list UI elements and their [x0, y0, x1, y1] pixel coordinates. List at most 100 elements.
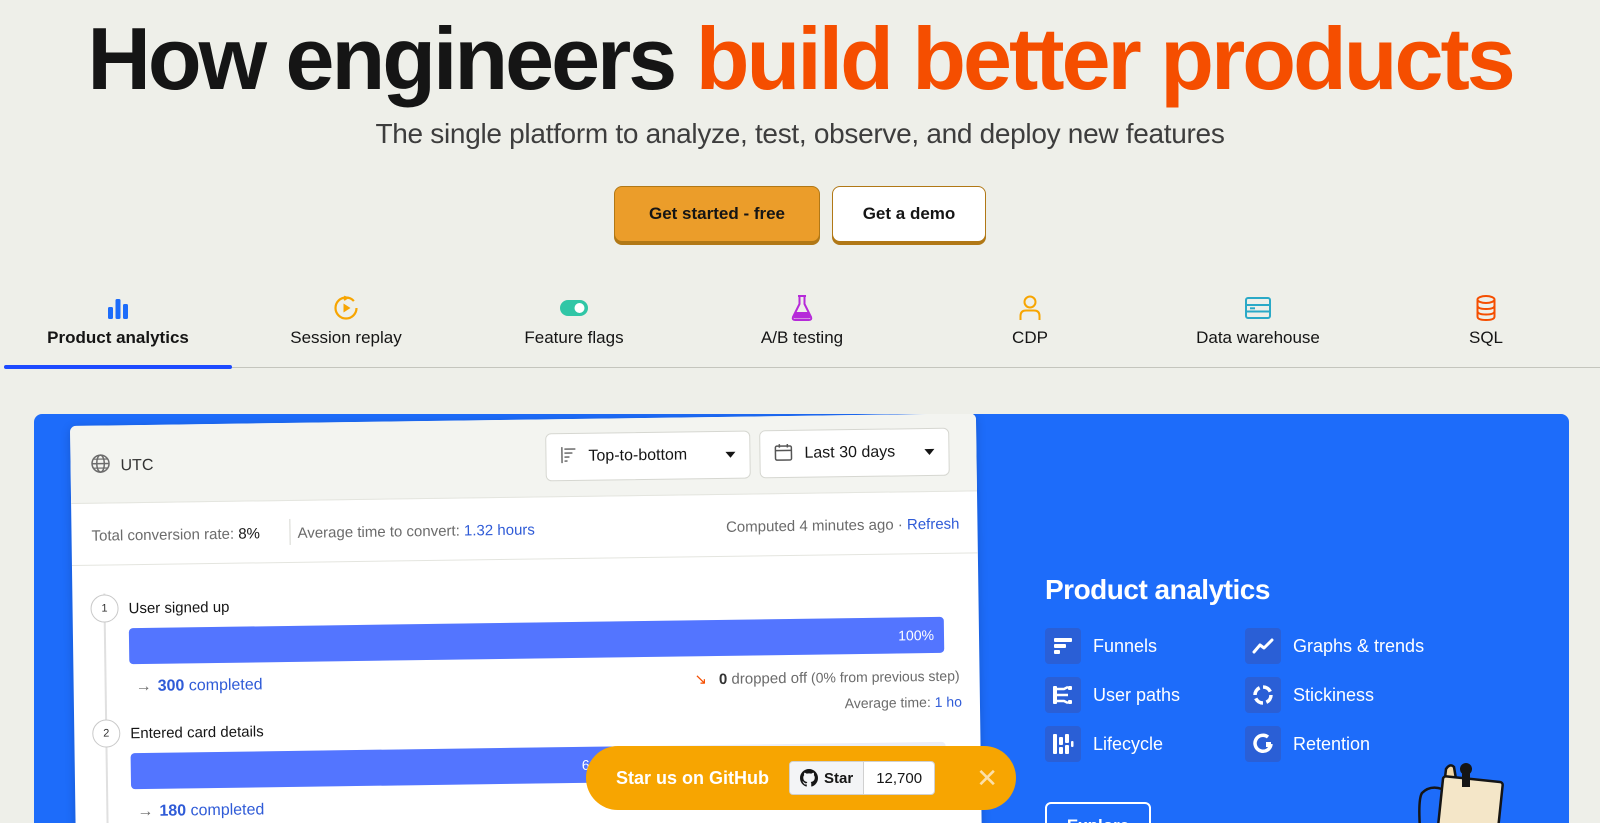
refresh-link[interactable]: Refresh — [907, 516, 960, 534]
step-completed[interactable]: → 180 completed — [137, 801, 264, 821]
dropped-count: 0 — [718, 670, 728, 688]
hero-title-main: How engineers — [87, 9, 696, 108]
feature-graphs-trends[interactable]: Graphs & trends — [1245, 628, 1485, 664]
step-dropped[interactable]: ↘ 0 dropped off (0% from previous step) — [694, 667, 959, 689]
globe-icon — [90, 453, 110, 478]
step-connector — [103, 593, 109, 823]
computed-label: Computed 4 minutes ago · — [725, 516, 908, 536]
funnel-step-1: 1 User signed up 100% → 300 completed ↘ 0 … — [72, 568, 978, 695]
github-star-label: Star us on GitHub — [616, 767, 769, 788]
arrow-down-right-icon: ↘ — [694, 671, 708, 689]
step-title: Entered card details — [130, 723, 264, 743]
tab-ab-testing[interactable]: A/B testing — [688, 294, 916, 367]
funnel-stats: Total conversion rate: 8% Average time t… — [71, 491, 978, 566]
retention-icon — [1245, 726, 1281, 762]
step-number: 2 — [92, 719, 121, 748]
step-avg-time: Average time: 1 ho — [845, 694, 962, 712]
conversion-rate: Total conversion rate: 8% — [91, 525, 260, 544]
layout-dropdown-value: Top-to-bottom — [588, 446, 688, 465]
tab-label: CDP — [1012, 328, 1048, 347]
github-icon — [800, 769, 818, 787]
completed-count: 180 — [159, 802, 187, 820]
feature-label: Stickiness — [1293, 684, 1375, 705]
tab-product-analytics[interactable]: Product analytics — [4, 294, 232, 369]
tab-session-replay[interactable]: Session replay — [232, 294, 460, 367]
hero-subtitle: The single platform to analyze, test, ob… — [375, 118, 1225, 149]
funnel-layout-icon — [560, 445, 576, 468]
person-icon — [1016, 294, 1044, 322]
step-completed[interactable]: → 300 completed — [136, 676, 263, 696]
tab-feature-flags[interactable]: Feature flags — [460, 294, 688, 367]
step-bar[interactable]: 100% — [128, 616, 945, 665]
toggle-icon — [560, 294, 588, 322]
github-star-count: 12,700 — [876, 769, 923, 787]
github-star-action[interactable]: Star — [790, 762, 865, 794]
step-avg-time-label: Average time: — [844, 693, 935, 712]
database-icon — [1472, 294, 1500, 322]
trend-icon — [1245, 628, 1281, 664]
feature-label: Lifecycle — [1093, 733, 1164, 754]
step-bar-fill: 60% — [130, 746, 621, 790]
funnel-step-2: Average time: 1 ho 2 Entered card detail… — [74, 693, 980, 820]
step-percent: 100% — [898, 626, 935, 644]
hero-title-accent: build better products — [695, 9, 1516, 108]
date-range-dropdown[interactable]: Last 30 days — [759, 427, 950, 479]
computed-status: Computed 4 minutes ago · Refresh — [726, 516, 960, 536]
stats-divider — [289, 518, 291, 545]
flask-icon — [788, 294, 816, 322]
avg-time-value: 1.32 hours — [463, 521, 535, 540]
conversion-label: Total conversion rate: — [91, 525, 235, 545]
avg-time-label: Average time to convert: — [297, 522, 460, 542]
feature-list: Funnels Graphs & trends User paths Stick… — [1045, 628, 1485, 762]
funnel-toolbar: UTC Top-to-bottom Last 30 days — [70, 414, 978, 504]
feature-retention[interactable]: Retention — [1245, 726, 1485, 762]
completed-label: completed — [184, 676, 263, 695]
paths-icon — [1045, 677, 1081, 713]
tab-label: Session replay — [290, 328, 402, 347]
step-bar-fill: 100% — [128, 616, 945, 665]
date-dropdown-value: Last 30 days — [804, 443, 896, 462]
get-demo-button[interactable]: Get a demo — [832, 186, 986, 242]
tab-label: SQL — [1468, 328, 1504, 347]
step-number: 1 — [90, 594, 119, 623]
avg-time-to-convert: Average time to convert: 1.32 hours — [297, 522, 535, 542]
step-avg-time-value: 1 ho — [934, 693, 963, 710]
feature-funnels[interactable]: Funnels — [1045, 628, 1245, 664]
explore-button[interactable]: Explore — [1045, 802, 1151, 823]
timezone-label: UTC — [120, 456, 154, 474]
layout-dropdown[interactable]: Top-to-bottom — [545, 430, 751, 482]
step-title: User signed up — [128, 598, 230, 618]
dropped-detail: (0% from previous step) — [806, 667, 960, 686]
github-star-text: Star — [824, 769, 854, 787]
feature-label: User paths — [1093, 684, 1181, 705]
server-icon — [1244, 294, 1272, 322]
close-icon[interactable]: ✕ — [976, 763, 998, 794]
feature-stickiness[interactable]: Stickiness — [1245, 677, 1485, 713]
github-star-bar: Star us on GitHub Star 12,700 ✕ — [586, 746, 1016, 810]
tab-label: Feature flags — [524, 328, 624, 347]
dropped-label: dropped off — [727, 669, 808, 688]
completed-label: completed — [185, 801, 265, 820]
github-star-button[interactable]: Star 12,700 — [789, 761, 936, 795]
tab-sql[interactable]: SQL — [1372, 294, 1600, 367]
calendar-icon — [774, 442, 793, 465]
feature-label: Retention — [1293, 733, 1371, 754]
product-tabs: Product analytics Session replay Feature… — [4, 294, 1600, 369]
get-started-button[interactable]: Get started - free — [614, 186, 820, 242]
tab-data-warehouse[interactable]: Data warehouse — [1144, 294, 1372, 367]
tab-cdp[interactable]: CDP — [916, 294, 1144, 367]
completed-count: 300 — [157, 677, 185, 695]
feature-label: Graphs & trends — [1293, 635, 1425, 656]
timezone-indicator[interactable]: UTC — [90, 453, 154, 479]
product-info-title: Product analytics — [1045, 574, 1270, 605]
hero-title: How engineers build better products — [0, 14, 1600, 104]
feature-user-paths[interactable]: User paths — [1045, 677, 1245, 713]
replay-icon — [332, 294, 360, 322]
stickiness-icon — [1245, 677, 1281, 713]
conversion-value: 8% — [238, 525, 261, 543]
tab-label: A/B testing — [760, 328, 844, 347]
lifecycle-icon — [1045, 726, 1081, 762]
chevron-down-icon — [725, 451, 736, 458]
feature-lifecycle[interactable]: Lifecycle — [1045, 726, 1245, 762]
funnel-icon — [1045, 628, 1081, 664]
